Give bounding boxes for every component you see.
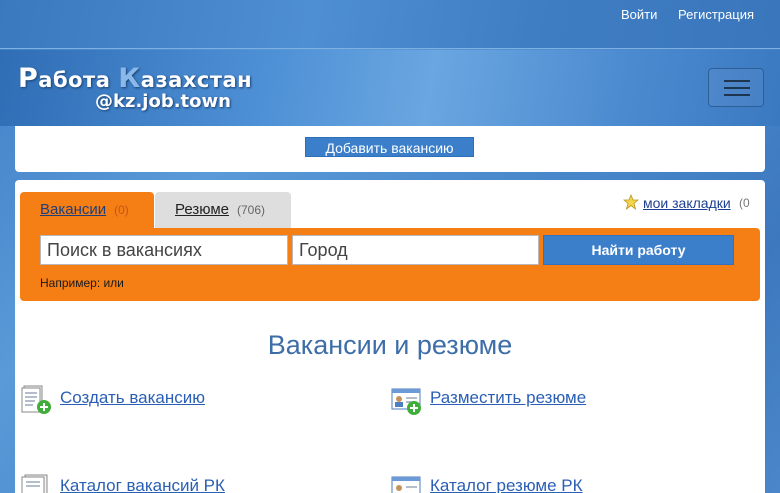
- add-vacancy-button[interactable]: Добавить вакансию: [305, 137, 474, 157]
- bookmarks-count: (0: [739, 196, 750, 210]
- tab-vacancies[interactable]: Вакансии (0): [20, 192, 154, 228]
- hamburger-icon: [724, 80, 750, 82]
- logo-title: Работа Казахстан: [18, 63, 253, 94]
- tab-resumes[interactable]: Резюме (706): [155, 192, 291, 228]
- register-link[interactable]: Регистрация: [678, 7, 754, 22]
- page-title: Вакансии и резюме: [267, 330, 513, 360]
- resume-catalog-icon: [391, 476, 421, 493]
- create-vacancy-link[interactable]: Создать вакансию: [60, 388, 205, 408]
- my-bookmarks-link[interactable]: мои закладки: [643, 195, 731, 211]
- add-vacancy-panel: Добавить вакансию: [15, 126, 765, 172]
- post-resume-link[interactable]: Разместить резюме: [430, 388, 586, 408]
- logo-domain: @kz.job.town: [95, 91, 231, 112]
- tab-vacancies-label: Вакансии: [40, 201, 107, 218]
- top-navbar: Войти Регистрация: [0, 0, 780, 49]
- catalog-resumes-link[interactable]: Каталог резюме РК: [430, 476, 583, 493]
- star-icon: [623, 194, 639, 210]
- catalog-vacancies-link[interactable]: Каталог вакансий РК: [60, 476, 225, 493]
- tab-vacancies-count: (0): [114, 203, 129, 217]
- menu-toggle-button[interactable]: [708, 68, 764, 107]
- search-example: Например: или: [40, 276, 124, 290]
- find-job-button[interactable]: Найти работу: [543, 235, 734, 265]
- search-input[interactable]: [40, 235, 288, 265]
- city-input[interactable]: [292, 235, 539, 265]
- add-resume-icon: [391, 388, 421, 415]
- tab-resumes-count: (706): [236, 203, 265, 217]
- login-link[interactable]: Войти: [621, 7, 657, 22]
- add-document-icon: [21, 385, 51, 414]
- catalog-icon: [21, 474, 48, 493]
- hamburger-icon-bar: [724, 87, 750, 89]
- tab-resumes-label: Резюме: [175, 201, 229, 218]
- hamburger-icon-bar: [724, 94, 750, 96]
